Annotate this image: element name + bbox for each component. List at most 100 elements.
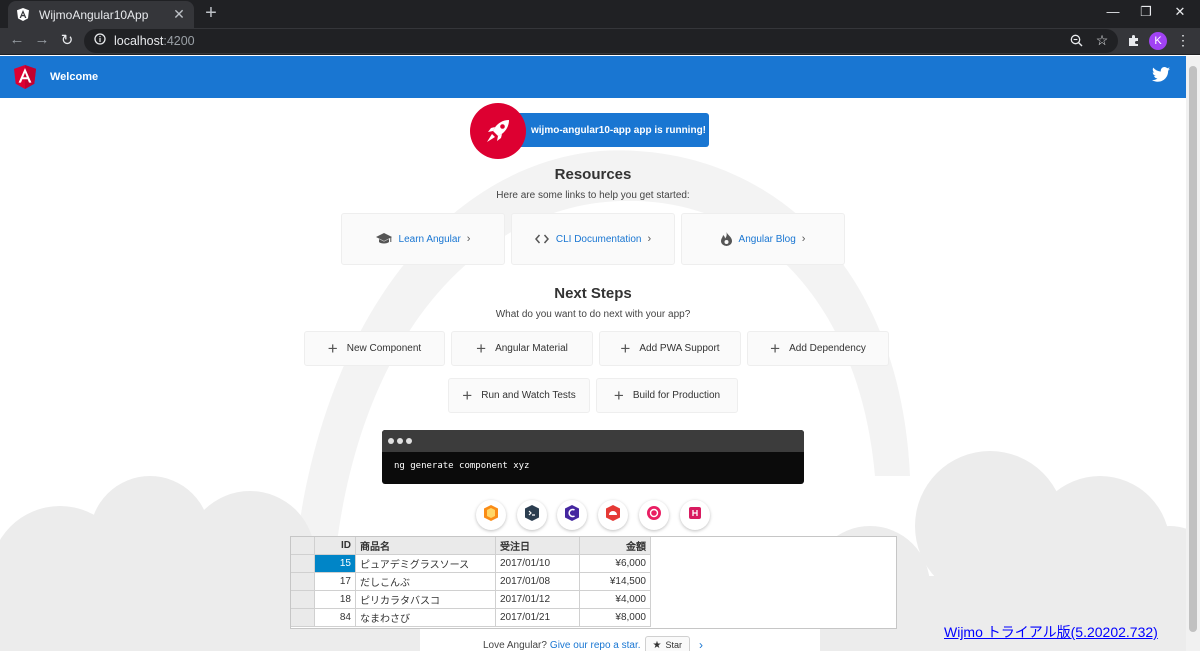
augury-link[interactable] [557, 500, 587, 530]
window-close-icon[interactable]: ✕ [1170, 4, 1190, 20]
flame-icon [720, 232, 732, 246]
url-host: localhost [114, 34, 164, 48]
protractor-icon [605, 504, 621, 526]
bookmark-star-icon[interactable]: ☆ [1094, 32, 1110, 48]
cell-amount[interactable]: ¥8,000 [580, 609, 651, 627]
universal-link[interactable] [639, 500, 669, 530]
protractor-link[interactable] [598, 500, 628, 530]
row-header[interactable] [291, 609, 315, 627]
cell-order-date[interactable]: 2017/01/08 [496, 573, 580, 591]
info-icon[interactable] [94, 32, 106, 50]
new-component-label: New Component [346, 343, 422, 354]
cli-documentation-card[interactable]: CLI Documentation › [511, 213, 675, 265]
build-for-production-label: Build for Production [632, 390, 721, 401]
animations-icon [483, 504, 499, 526]
reload-icon[interactable]: ↻ [58, 31, 76, 49]
cell-product[interactable]: ピュアデミグラスソース [356, 555, 496, 573]
cell-order-date[interactable]: 2017/01/21 [496, 609, 580, 627]
page-viewport: Welcome wijmo-angular10-app app is runni… [0, 56, 1186, 651]
row-header[interactable] [291, 555, 315, 573]
plus-icon: + [462, 385, 473, 405]
column-header-product[interactable]: 商品名 [356, 537, 496, 555]
cell-amount[interactable]: ¥6,000 [580, 555, 651, 573]
profile-avatar[interactable]: K [1149, 32, 1167, 50]
browser-tab[interactable]: WijmoAngular10App ✕ [8, 1, 194, 28]
build-for-production-button[interactable]: + Build for Production [596, 378, 738, 413]
code-brackets-icon [534, 234, 549, 244]
address-bar[interactable]: localhost:4200 [84, 29, 1118, 53]
learn-angular-label: Learn Angular [398, 233, 461, 245]
animations-link[interactable] [476, 500, 506, 530]
add-pwa-support-button[interactable]: + Add PWA Support [599, 331, 741, 366]
cell-product[interactable]: なまわさび [356, 609, 496, 627]
zoom-icon[interactable] [1068, 32, 1084, 48]
extensions-icon[interactable] [1125, 32, 1141, 48]
plus-icon: + [620, 338, 631, 358]
table-row[interactable]: 17 だしこんぶ 2017/01/08 ¥14,500 [291, 573, 651, 591]
next-steps-heading: Next Steps [554, 285, 632, 302]
column-header-amount[interactable]: 金額 [580, 537, 651, 555]
column-header-order-date[interactable]: 受注日 [496, 537, 580, 555]
cell-order-date[interactable]: 2017/01/10 [496, 555, 580, 573]
cell-amount[interactable]: ¥14,500 [580, 573, 651, 591]
cell-id[interactable]: 18 [315, 591, 356, 609]
terminal-dot [388, 438, 394, 444]
forward-icon[interactable]: → [33, 31, 51, 48]
run-and-watch-tests-label: Run and Watch Tests [481, 390, 576, 401]
cli-icon [524, 504, 540, 526]
new-component-button[interactable]: + New Component [304, 331, 445, 366]
row-header[interactable] [291, 573, 315, 591]
universal-icon [646, 505, 662, 526]
add-pwa-support-label: Add PWA Support [639, 343, 720, 354]
browser-tabstrip: WijmoAngular10App ✕ + — ❐ ✕ [0, 0, 1200, 28]
table-row[interactable]: 18 ピリカラタバスコ 2017/01/12 ¥4,000 [291, 591, 651, 609]
wijmo-flexgrid[interactable]: ID 商品名 受注日 金額 15 ピュアデミグラスソース 2017/01/10 … [290, 536, 897, 629]
restore-icon[interactable]: ❐ [1136, 4, 1156, 20]
back-icon[interactable]: ← [8, 31, 26, 48]
love-angular-text: Love Angular? [482, 639, 547, 651]
page-scrollbar[interactable] [1186, 56, 1200, 651]
cell-id[interactable]: 17 [315, 573, 356, 591]
tab-title: WijmoAngular10App [39, 7, 149, 22]
schematics-link[interactable] [680, 500, 710, 530]
grid-header-row: ID 商品名 受注日 金額 [291, 537, 651, 555]
table-row[interactable]: 15 ピュアデミグラスソース 2017/01/10 ¥6,000 [291, 555, 651, 573]
cell-product[interactable]: だしこんぶ [356, 573, 496, 591]
cell-amount[interactable]: ¥4,000 [580, 591, 651, 609]
new-tab-button[interactable]: + [202, 3, 220, 23]
chevron-right-icon[interactable]: › [699, 638, 703, 651]
repo-star-link[interactable]: Give our repo a star. [550, 640, 641, 651]
column-header-id[interactable]: ID [315, 537, 356, 555]
angular-blog-label: Angular Blog [738, 233, 796, 245]
cell-order-date[interactable]: 2017/01/12 [496, 591, 580, 609]
twitter-icon[interactable] [1152, 67, 1170, 87]
row-header[interactable] [291, 591, 315, 609]
table-row[interactable]: 84 なまわさび 2017/01/21 ¥8,000 [291, 609, 651, 627]
cell-product[interactable]: ピリカラタバスコ [356, 591, 496, 609]
terminal-titlebar [382, 430, 804, 452]
grid-top-left-cell [291, 537, 315, 555]
add-dependency-label: Add Dependency [789, 343, 866, 354]
add-dependency-button[interactable]: + Add Dependency [747, 331, 889, 366]
learn-angular-card[interactable]: Learn Angular › [341, 213, 505, 265]
terminal-command: ng generate component xyz [394, 461, 530, 471]
chevron-right-icon: › [801, 233, 806, 245]
chevron-right-icon: › [647, 233, 652, 245]
github-star-button[interactable]: ★ Star [644, 636, 691, 651]
angular-favicon-icon [16, 8, 30, 22]
wijmo-trial-link[interactable]: Wijmo トライアル版(5.20202.732) [944, 622, 1158, 642]
toolbar-title: Welcome [50, 71, 99, 83]
browser-menu-icon[interactable]: ⋮ [1176, 32, 1190, 49]
graduation-cap-icon [375, 233, 392, 245]
minimize-icon[interactable]: — [1103, 4, 1123, 19]
cell-id[interactable]: 84 [315, 609, 356, 627]
run-and-watch-tests-button[interactable]: + Run and Watch Tests [448, 378, 590, 413]
tab-close-icon[interactable]: ✕ [172, 6, 186, 23]
cli-link[interactable] [517, 500, 547, 530]
scrollbar-thumb[interactable] [1189, 66, 1197, 632]
cell-id[interactable]: 15 [315, 555, 356, 573]
angular-blog-card[interactable]: Angular Blog › [681, 213, 845, 265]
angular-material-button[interactable]: + Angular Material [451, 331, 593, 366]
rocket-icon [470, 103, 526, 159]
star-label: Star [665, 640, 683, 650]
